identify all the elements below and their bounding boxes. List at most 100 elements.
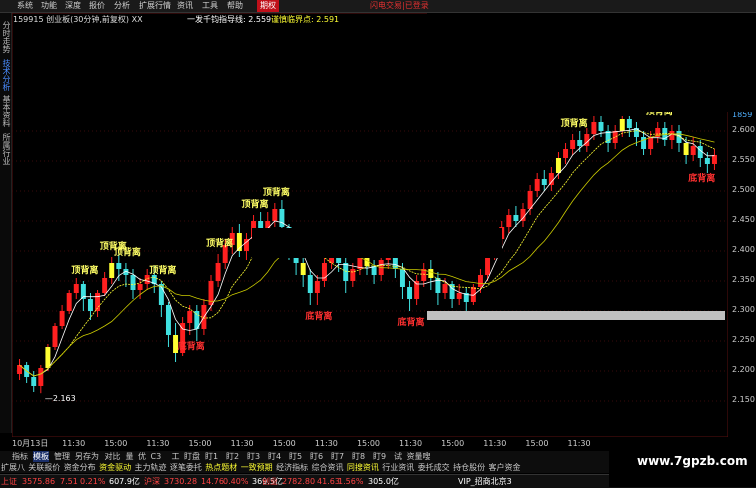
- time-tick: 11:30: [62, 439, 86, 448]
- candle-body: [704, 158, 710, 164]
- indicator-tab[interactable]: 量: [126, 451, 134, 462]
- tab-fundamentals[interactable]: 基本资料: [0, 95, 11, 127]
- candle-body: [314, 281, 320, 293]
- indicator-tab[interactable]: 工: [172, 451, 180, 462]
- candle-body: [548, 173, 554, 185]
- candle-body: [541, 179, 547, 185]
- price-tick: 2.350: [732, 275, 755, 284]
- extension-tab[interactable]: 综合资讯: [312, 462, 344, 473]
- extension-tab[interactable]: 热点题材: [205, 462, 237, 473]
- indicator-tab[interactable]: 模板: [33, 451, 49, 462]
- extension-tab[interactable]: 行业资讯: [382, 462, 414, 473]
- indicator-tab[interactable]: 优: [138, 451, 146, 462]
- candle-body: [399, 269, 405, 287]
- sh-amount: 607.9亿: [109, 477, 140, 486]
- indicator-tab[interactable]: 盯4: [268, 451, 281, 462]
- extension-tab[interactable]: 经济指标: [276, 462, 308, 473]
- indicator-tab[interactable]: 盯3: [247, 451, 260, 462]
- candle-body: [598, 122, 604, 131]
- extension-tab[interactable]: 主力轨迹: [135, 462, 167, 473]
- sz-change: 14.76: [201, 477, 224, 486]
- tab-industry[interactable]: 所属行业: [0, 133, 11, 165]
- low-label: —2.163: [45, 394, 76, 403]
- menu-news[interactable]: 资讯: [174, 0, 196, 12]
- extension-tab[interactable]: 同搜资讯: [347, 462, 379, 473]
- divergence-label: 顶背离: [561, 117, 588, 129]
- menu-tools[interactable]: 工具: [199, 0, 221, 12]
- divergence-label: 顶背离: [71, 264, 98, 276]
- indicator-tab[interactable]: 盯9: [373, 451, 386, 462]
- indicator-tab[interactable]: 另存为: [75, 451, 99, 462]
- indicator-tab[interactable]: 盯盘: [184, 451, 200, 462]
- candle-body: [343, 263, 349, 281]
- menu-help[interactable]: 帮助: [224, 0, 246, 12]
- account-label[interactable]: VIP_招商北京3: [458, 475, 512, 488]
- candle-body: [711, 155, 717, 164]
- indicator-tab[interactable]: 盯8: [352, 451, 365, 462]
- extension-tab[interactable]: 扩展八: [1, 462, 25, 473]
- cy-percent: 1.56%: [338, 477, 364, 486]
- candle-body: [45, 347, 51, 368]
- sh-percent: 0.21%: [80, 477, 106, 486]
- extension-tab[interactable]: 委托成交: [418, 462, 450, 473]
- indicator-tab[interactable]: 盯2: [226, 451, 239, 462]
- extension-tab[interactable]: 资金驱动: [99, 462, 131, 473]
- tab-technical[interactable]: 技术分析: [0, 59, 11, 91]
- divergence-label: 底背离: [305, 310, 332, 322]
- menu-function[interactable]: 功能: [38, 0, 60, 12]
- watermark: www.7gpzb.com: [609, 438, 756, 487]
- candle-body: [73, 284, 79, 293]
- divergence-label: 顶背离: [242, 198, 269, 210]
- candle-body: [66, 293, 72, 311]
- menu-extended-market[interactable]: 扩展行情: [136, 0, 174, 12]
- login-status[interactable]: 闪电交易|已登录: [370, 0, 429, 12]
- price-tick: 2.450: [732, 215, 755, 224]
- price-tick: 2.600: [732, 125, 755, 134]
- menu-quote[interactable]: 报价: [86, 0, 108, 12]
- menu-system[interactable]: 系统: [14, 0, 36, 12]
- price-tick: 2.500: [732, 185, 755, 194]
- sh-label: 上证: [1, 477, 17, 486]
- extension-tab[interactable]: 持仓股份: [453, 462, 485, 473]
- indicator-tab[interactable]: 指标: [12, 451, 28, 462]
- candle-body: [442, 284, 448, 293]
- candle-body: [648, 137, 654, 149]
- indicator-tab[interactable]: 管理: [54, 451, 70, 462]
- candle-body: [626, 119, 632, 128]
- menu-depth[interactable]: 深度: [62, 0, 84, 12]
- indicator-tab[interactable]: 盯5: [289, 451, 302, 462]
- divergence-label: 顶背离: [206, 237, 233, 249]
- indicator-tab[interactable]: C3: [151, 451, 162, 462]
- divergence-label: 顶背离: [263, 186, 290, 198]
- time-tick: 11:30: [146, 439, 170, 448]
- cy-label: 创业: [262, 477, 278, 486]
- candle-body: [690, 146, 696, 155]
- price-tick: 2.400: [732, 245, 755, 254]
- menu-analysis[interactable]: 分析: [111, 0, 133, 12]
- indicator-tab[interactable]: 资量嗖: [407, 451, 431, 462]
- candle-body: [563, 149, 569, 158]
- extension-tab[interactable]: 客户资金: [489, 462, 521, 473]
- tab-intraday[interactable]: 分时走势: [0, 21, 11, 53]
- indicator-tab[interactable]: 对比: [105, 451, 121, 462]
- indicator-tab[interactable]: 盯7: [331, 451, 344, 462]
- time-tick: 10月13日: [12, 439, 49, 448]
- candle-body: [279, 209, 285, 227]
- extension-tab[interactable]: 逐笔委托: [170, 462, 202, 473]
- indicator-tab[interactable]: 盯6: [310, 451, 323, 462]
- time-tick: 15:00: [188, 439, 212, 448]
- time-tick: 15:00: [441, 439, 465, 448]
- sz-value: 3730.28: [164, 477, 198, 486]
- watermark-text: www.7gpzb.com: [637, 454, 748, 468]
- extension-tab[interactable]: 资金分布: [64, 462, 96, 473]
- indicator-tab[interactable]: 盯1: [205, 451, 218, 462]
- candle-body: [272, 209, 278, 221]
- menu-options[interactable]: 期权: [257, 0, 279, 12]
- indicator-tab[interactable]: 试: [394, 451, 402, 462]
- candle-body: [619, 119, 625, 131]
- time-tick: 11:30: [314, 439, 338, 448]
- candle-body: [555, 158, 561, 173]
- extension-tab[interactable]: 关联报价: [28, 462, 60, 473]
- extension-tab[interactable]: 一致预期: [241, 462, 273, 473]
- divergence-label: 底背离: [398, 316, 425, 328]
